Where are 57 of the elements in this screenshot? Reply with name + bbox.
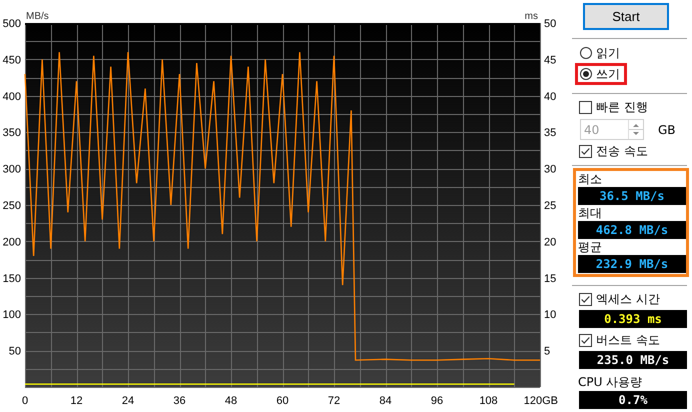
size-unit: GB <box>658 122 676 137</box>
right-axis-label: 30 <box>544 164 556 176</box>
y-axis-label: 400 <box>2 90 21 103</box>
right-axis-label: 45 <box>544 54 556 66</box>
right-axis-label: 20 <box>544 236 556 248</box>
x-axis-label: 108 <box>479 395 498 407</box>
y-axis-label: 150 <box>2 272 21 285</box>
checkbox-label[interactable]: 빠른 진행 <box>596 99 648 116</box>
checkbox[interactable] <box>579 101 592 114</box>
checkbox-label[interactable]: 엑세스 시간 <box>596 290 660 308</box>
right-axis-label: 5 <box>544 346 550 358</box>
x-axis-label: 36 <box>173 395 186 407</box>
access-time-value: 0.393 ms <box>579 310 687 328</box>
radio-label[interactable]: 쓰기 <box>596 66 620 82</box>
stat-label: 평균 <box>578 238 603 255</box>
radio-label[interactable]: 읽기 <box>596 44 620 62</box>
stat-label: 최소 <box>578 170 603 187</box>
x-axis-label: 120GB <box>524 395 558 407</box>
y-axis-label: 250 <box>2 200 21 212</box>
y-axis-unit: MB/s <box>26 11 49 22</box>
right-axis-label: 40 <box>544 90 556 103</box>
y-axis-label: 450 <box>2 54 21 66</box>
stat-value: 36.5 MB/s <box>578 186 686 205</box>
checkbox[interactable] <box>579 334 592 347</box>
y-axis-label: 350 <box>2 127 21 140</box>
x-axis-label: 60 <box>276 395 289 407</box>
x-axis-label: 0 <box>22 395 28 407</box>
y-axis-label: 300 <box>2 164 21 176</box>
right-axis-label: 10 <box>544 309 556 322</box>
x-axis-label: 24 <box>122 395 134 407</box>
y-axis-label: 50 <box>8 346 21 358</box>
checkbox[interactable] <box>579 292 592 306</box>
cpu-label: CPU 사용량 <box>578 374 644 390</box>
x-axis-label: 84 <box>379 395 392 407</box>
y-axis-label: 100 <box>2 309 21 322</box>
stat-value: 232.9 MB/s <box>578 254 686 273</box>
x-axis-label: 48 <box>224 395 238 407</box>
checkbox-label[interactable]: 버스트 속도 <box>596 332 660 349</box>
x-axis-label: 72 <box>328 395 340 407</box>
checkbox[interactable] <box>579 145 592 158</box>
burst-rate-value: 235.0 MB/s <box>579 351 687 370</box>
radio-button[interactable] <box>580 68 592 80</box>
x-axis-label: 96 <box>430 395 444 407</box>
right-axis-unit: ms <box>524 11 538 22</box>
radio-button[interactable] <box>580 47 592 59</box>
right-axis-label: 25 <box>544 200 556 212</box>
stat-value: 462.8 MB/s <box>578 220 686 239</box>
x-axis-label: 12 <box>70 395 83 407</box>
stat-label: 최대 <box>578 204 603 221</box>
right-axis-label: 15 <box>544 272 556 285</box>
y-axis-label: 500 <box>2 18 21 30</box>
right-axis-label: 50 <box>544 18 556 30</box>
y-axis-label: 200 <box>2 236 21 248</box>
checkbox-label[interactable]: 전송 속도 <box>596 143 648 160</box>
right-axis-label: 35 <box>544 127 556 140</box>
cpu-value: 0.7% <box>579 391 687 410</box>
start-button[interactable]: Start <box>583 3 669 30</box>
